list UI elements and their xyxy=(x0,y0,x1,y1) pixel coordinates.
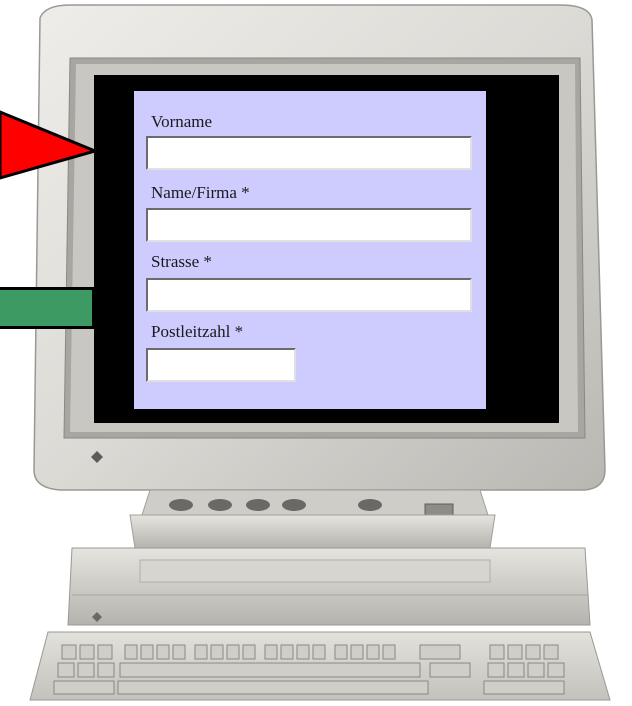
postleitzahl-input[interactable] xyxy=(146,348,296,382)
strasse-label: Strasse * xyxy=(151,252,212,271)
green-bar xyxy=(0,287,95,329)
keyboard xyxy=(29,631,611,701)
name-firma-input[interactable] xyxy=(146,208,472,242)
name-firma-label: Name/Firma * xyxy=(151,183,250,202)
address-form: Vorname Name/Firma * Strasse * Postleitz… xyxy=(134,91,486,409)
red-arrow-icon xyxy=(0,110,100,180)
vorname-input[interactable] xyxy=(146,136,472,170)
system-unit xyxy=(67,547,591,626)
vorname-label: Vorname xyxy=(151,112,213,131)
monitor-stand xyxy=(129,489,496,549)
strasse-input[interactable] xyxy=(146,278,472,312)
postleitzahl-label: Postleitzahl * xyxy=(151,322,244,341)
